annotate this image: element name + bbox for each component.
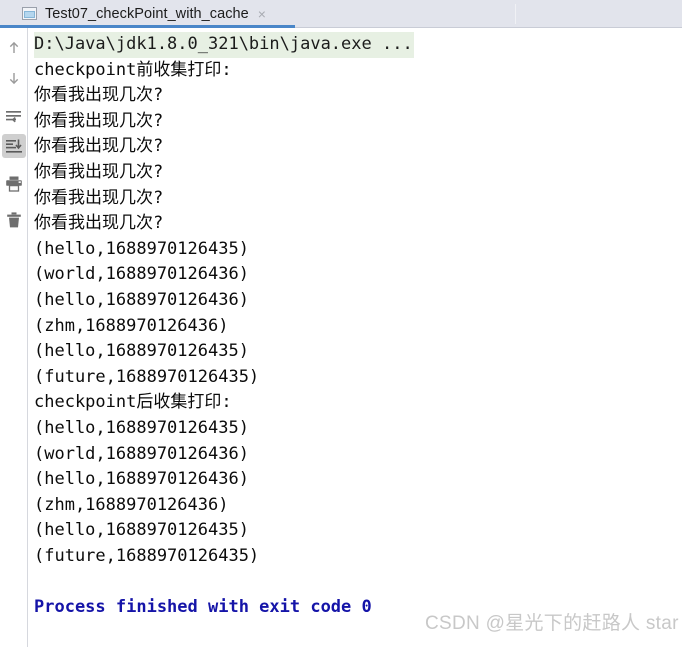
csdn-watermark: CSDN @星光下的赶路人 star: [425, 613, 679, 634]
scroll-to-end-icon: [5, 138, 23, 154]
console-line: 你看我出现几次?: [34, 187, 164, 208]
close-icon[interactable]: ×: [256, 7, 266, 21]
console-line: 你看我出现几次?: [34, 161, 164, 182]
console-line-list: D:\Java\jdk1.8.0_321\bin\java.exe ... che…: [28, 28, 414, 621]
console-line: 你看我出现几次?: [34, 136, 164, 157]
tab-test07-checkpoint-with-cache[interactable]: Test07_checkPoint_with_cache ×: [18, 0, 272, 28]
console-line: (world,1688970126436): [34, 264, 249, 285]
console-line: 你看我出现几次?: [34, 110, 164, 131]
printer-icon: [5, 175, 23, 193]
console-line: 你看我出现几次?: [34, 85, 164, 106]
print-button[interactable]: [2, 172, 26, 196]
console-line: D:\Java\jdk1.8.0_321\bin\java.exe ...: [34, 32, 414, 58]
console-window-icon: [22, 7, 38, 21]
toolbar-separator: [515, 4, 516, 24]
arrow-down-icon: [6, 70, 22, 86]
trash-icon: [5, 211, 23, 229]
console-line: (hello,1688970126435): [34, 417, 249, 438]
soft-wrap-icon: [5, 108, 23, 124]
console-output-pane[interactable]: D:\Java\jdk1.8.0_321\bin\java.exe ... che…: [28, 28, 682, 647]
clear-all-button[interactable]: [2, 208, 26, 232]
scroll-down-button[interactable]: [2, 66, 26, 90]
console-line: (hello,1688970126435): [34, 341, 249, 362]
console-line: (future,1688970126435): [34, 545, 260, 566]
console-line: (hello,1688970126436): [34, 469, 249, 490]
soft-wrap-button[interactable]: [2, 104, 26, 128]
console-line: (world,1688970126436): [34, 443, 249, 464]
console-line: checkpoint后收集打印:: [34, 392, 232, 413]
console-side-toolbar: [0, 28, 28, 647]
tab-label: Test07_checkPoint_with_cache: [45, 6, 249, 22]
console-line: (zhm,1688970126436): [34, 315, 229, 336]
console-line: (hello,1688970126436): [34, 289, 249, 310]
console-line: (zhm,1688970126436): [34, 494, 229, 515]
arrow-up-icon: [6, 40, 22, 56]
console-line: (hello,1688970126435): [34, 238, 249, 259]
console-line: (future,1688970126435): [34, 366, 260, 387]
console-tab-bar: Test07_checkPoint_with_cache ×: [0, 0, 682, 28]
console-line: checkpoint前收集打印:: [34, 59, 232, 80]
console-line: Process finished with exit code 0: [34, 597, 372, 618]
console-line: (hello,1688970126435): [34, 520, 249, 541]
console-line: 你看我出现几次?: [34, 213, 164, 234]
scroll-up-button[interactable]: [2, 36, 26, 60]
scroll-to-end-button[interactable]: [2, 134, 26, 158]
